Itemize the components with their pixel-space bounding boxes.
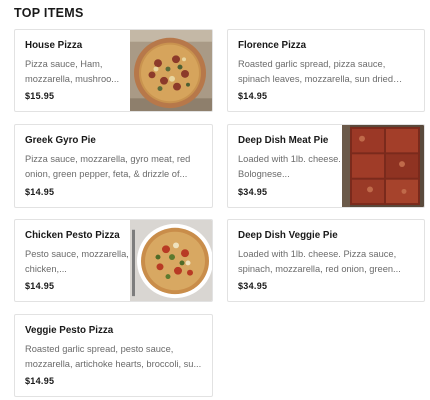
item-name: Deep Dish Veggie Pie (238, 230, 338, 241)
item-description: Roasted garlic spread, pesto sauce, mozz… (25, 344, 202, 369)
item-name: Chicken Pesto Pizza (25, 230, 120, 241)
item-description: Roasted garlic spread, pizza sauce, spin… (238, 59, 394, 84)
item-price: $34.95 (238, 187, 268, 197)
item-name: Florence Pizza (238, 40, 307, 51)
item-description: Pizza sauce, Ham, mozzarella, mushroo... (25, 59, 120, 84)
house-pizza-photo (130, 30, 212, 111)
item-name: House Pizza (25, 40, 83, 51)
menu-item-card[interactable]: Greek Gyro Pie Pizza sauce, mozzarella, … (14, 124, 213, 208)
item-name: Veggie Pesto Pizza (25, 325, 114, 336)
item-price: $14.95 (238, 91, 268, 101)
menu-item-card[interactable]: Deep Dish Veggie Pie Loaded with 1lb. ch… (227, 219, 425, 302)
item-price: $14.95 (25, 376, 55, 386)
item-name: Deep Dish Meat Pie (238, 135, 329, 146)
item-price: $15.95 (25, 91, 55, 101)
item-description: Pesto sauce, mozzarella, chicken,... (25, 249, 129, 274)
item-description: Loaded with 1lb. cheese. Pizza sauce, sp… (238, 249, 401, 274)
item-price: $14.95 (25, 187, 55, 197)
item-description: Pizza sauce, mozzarella, gyro meat, red … (25, 154, 191, 179)
item-price: $14.95 (25, 281, 55, 291)
menu-item-card[interactable]: Deep Dish Meat Pie Loaded with 1lb. chee… (227, 124, 425, 208)
menu-item-card[interactable]: Veggie Pesto Pizza Roasted garlic spread… (14, 314, 213, 397)
item-price: $34.95 (238, 281, 268, 291)
chicken-pesto-pizza-photo (130, 220, 212, 301)
deep-dish-meat-pie-photo (342, 125, 424, 207)
item-description: Loaded with 1lb. cheese. Bolognese... (238, 154, 341, 179)
section-title: TOP ITEMS (14, 6, 84, 20)
menu-item-card[interactable]: House Pizza Pizza sauce, Ham, mozzarella… (14, 29, 213, 112)
item-name: Greek Gyro Pie (25, 135, 96, 146)
menu-item-card[interactable]: Chicken Pesto Pizza Pesto sauce, mozzare… (14, 219, 213, 302)
menu-item-card[interactable]: Florence Pizza Roasted garlic spread, pi… (227, 29, 425, 112)
